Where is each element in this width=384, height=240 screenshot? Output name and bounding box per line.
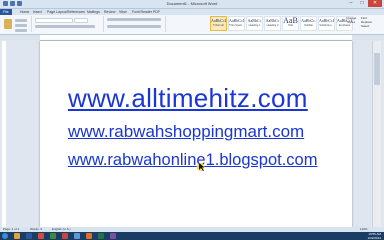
start-button[interactable] bbox=[2, 233, 8, 239]
taskbar: 10:55 AM 1/22/2014 bbox=[0, 232, 384, 240]
title-bar: Document1 - Microsoft Word – □ ✕ bbox=[0, 0, 384, 9]
style-name: Subtitle bbox=[304, 24, 313, 27]
taskbar-app-icon[interactable] bbox=[110, 233, 116, 239]
clipboard-group bbox=[1, 16, 32, 32]
style-sample: AaBbCcDd bbox=[229, 18, 244, 23]
style-sample: AaBbCc bbox=[247, 18, 262, 23]
style-title[interactable]: AaB Title bbox=[282, 16, 299, 31]
styles-gallery: AaBbCcDd¶ Normal AaBbCcDd¶ No Spaci... A… bbox=[210, 16, 353, 31]
taskbar-app-icon[interactable] bbox=[74, 233, 80, 239]
cut-icon[interactable] bbox=[15, 19, 27, 22]
font-formatting-buttons[interactable] bbox=[35, 25, 95, 28]
format-painter-icon[interactable] bbox=[15, 29, 27, 32]
editing-group: Find Replace Select bbox=[361, 16, 383, 28]
style-no-spacing[interactable]: AaBbCcDd¶ No Spaci... bbox=[228, 16, 245, 31]
font-group bbox=[33, 16, 104, 32]
system-clock[interactable]: 10:55 AM 1/22/2014 bbox=[368, 232, 381, 240]
taskbar-app-icon[interactable] bbox=[86, 233, 92, 239]
style-subtitle[interactable]: AaBbCc. Subtitle bbox=[300, 16, 317, 31]
style-sample: AaBbCcDd bbox=[211, 18, 226, 23]
style-name: Heading 1 bbox=[248, 24, 261, 27]
style-sample: AaBbCc bbox=[265, 18, 280, 23]
taskbar-app-icon[interactable] bbox=[62, 233, 68, 239]
mouse-cursor-icon bbox=[196, 163, 205, 171]
font-size-input[interactable] bbox=[74, 18, 88, 23]
style-name: Subtle Em... bbox=[319, 24, 334, 27]
vertical-scrollbar[interactable] bbox=[372, 41, 381, 227]
paragraph-group bbox=[105, 16, 166, 32]
document-link-2[interactable]: www.rabwahshoppingmart.com bbox=[68, 122, 304, 142]
paste-icon[interactable] bbox=[4, 19, 12, 29]
style-subtle-emphasis[interactable]: AaBbCcDdSubtle Em... bbox=[318, 16, 335, 31]
style-name: ¶ No Spaci... bbox=[229, 24, 244, 27]
taskbar-app-icon[interactable] bbox=[98, 233, 104, 239]
window-controls: – □ ✕ bbox=[346, 0, 382, 7]
maximize-button[interactable]: □ bbox=[357, 0, 367, 7]
style-sample: AaBbCc. bbox=[301, 18, 316, 23]
window-title: Document1 - Microsoft Word bbox=[166, 1, 218, 6]
alignment-buttons[interactable] bbox=[107, 25, 161, 28]
style-heading-1[interactable]: AaBbCc Heading 1 bbox=[246, 16, 263, 31]
document-page[interactable]: www.alltimehitz.com www.rabwahshoppingma… bbox=[40, 41, 352, 227]
style-sample: AaBbCcDd bbox=[319, 18, 334, 23]
taskbar-app-icon[interactable] bbox=[50, 233, 56, 239]
minimize-button[interactable]: – bbox=[346, 0, 356, 7]
vertical-ruler[interactable] bbox=[2, 41, 6, 227]
style-heading-2[interactable]: AaBbCc Heading 2 bbox=[264, 16, 281, 31]
taskbar-app-icon[interactable] bbox=[38, 233, 44, 239]
scrollbar-thumb[interactable] bbox=[374, 53, 380, 85]
document-link-1[interactable]: www.alltimehitz.com bbox=[68, 83, 308, 114]
font-name-input[interactable] bbox=[35, 18, 73, 23]
style-normal[interactable]: AaBbCcDd¶ Normal bbox=[210, 16, 227, 31]
list-buttons[interactable] bbox=[107, 18, 161, 21]
style-sample: AaB bbox=[283, 16, 298, 25]
style-name: ¶ Normal bbox=[213, 24, 224, 27]
select-button[interactable]: Select bbox=[361, 24, 383, 28]
clock-date: 1/22/2014 bbox=[367, 236, 381, 240]
close-button[interactable]: ✕ bbox=[368, 0, 382, 7]
change-styles-button[interactable]: Change Styles bbox=[344, 16, 358, 31]
taskbar-app-icon[interactable] bbox=[14, 233, 20, 239]
taskbar-app-icon[interactable] bbox=[26, 233, 32, 239]
style-name: Heading 2 bbox=[266, 24, 279, 27]
copy-icon[interactable] bbox=[15, 24, 27, 27]
document-link-3[interactable]: www.rabwahonline1.blogspot.com bbox=[68, 151, 317, 170]
